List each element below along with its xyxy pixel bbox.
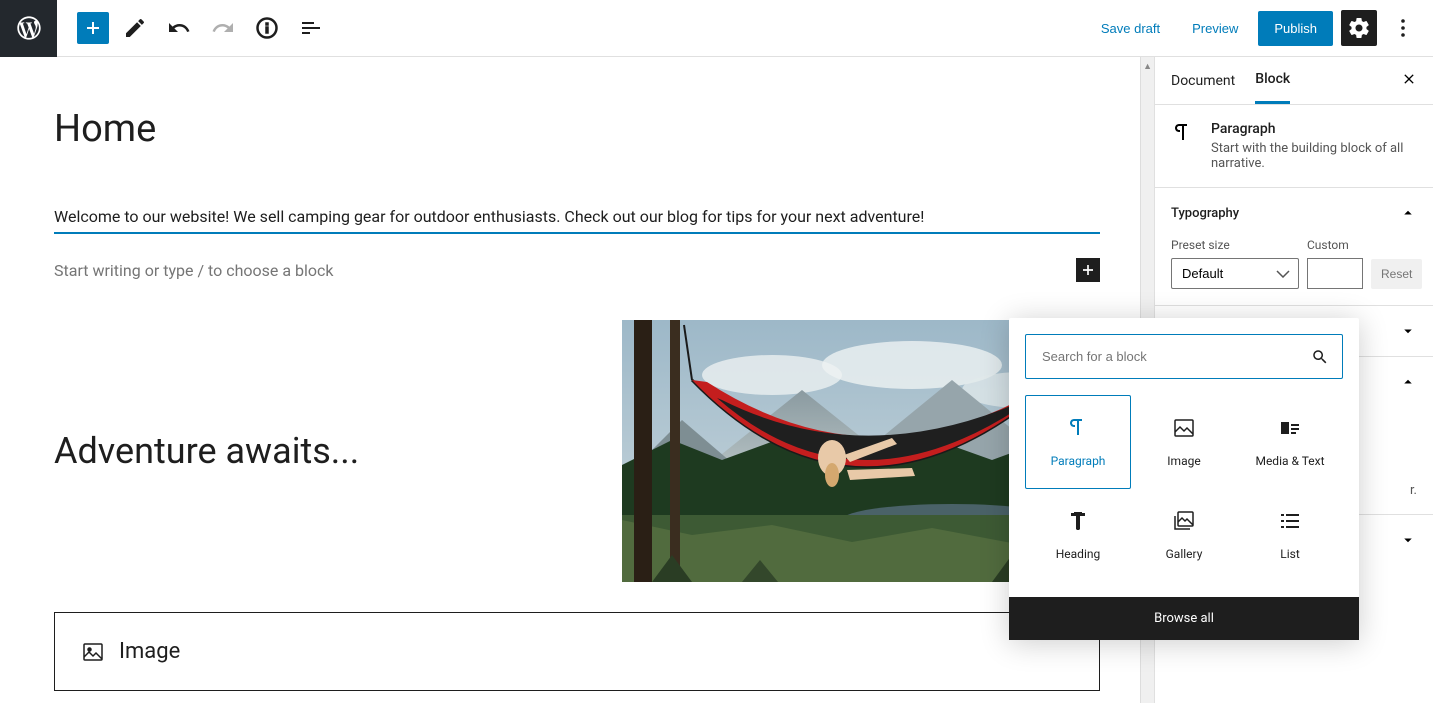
chevron-down-icon bbox=[1399, 531, 1417, 549]
block-grid: Paragraph Image Media & Text Heading Gal… bbox=[1025, 395, 1343, 581]
block-info: Paragraph Start with the building block … bbox=[1155, 105, 1433, 187]
gallery-icon bbox=[1172, 509, 1196, 533]
search-icon bbox=[1311, 348, 1329, 366]
chevron-up-icon bbox=[1399, 204, 1417, 222]
block-item-paragraph[interactable]: Paragraph bbox=[1025, 395, 1131, 489]
info-button[interactable] bbox=[249, 10, 285, 46]
block-item-media-text[interactable]: Media & Text bbox=[1237, 395, 1343, 489]
save-draft-button[interactable]: Save draft bbox=[1089, 13, 1172, 44]
media-text-icon bbox=[1278, 416, 1302, 440]
reset-button[interactable]: Reset bbox=[1371, 259, 1422, 289]
top-toolbar: Save draft Preview Publish bbox=[0, 0, 1433, 57]
typography-panel: Typography Preset size Default Custom Re… bbox=[1155, 187, 1433, 305]
block-item-list[interactable]: List bbox=[1237, 489, 1343, 581]
image-block-label: Image bbox=[81, 639, 1073, 664]
block-search-input[interactable] bbox=[1025, 334, 1343, 379]
tab-block[interactable]: Block bbox=[1255, 57, 1290, 104]
custom-size-input[interactable] bbox=[1307, 258, 1363, 289]
preset-size-label: Preset size bbox=[1171, 238, 1299, 252]
chevron-up-icon bbox=[1399, 373, 1417, 391]
preset-size-select[interactable]: Default bbox=[1171, 258, 1299, 289]
image-block-placeholder[interactable]: Image bbox=[54, 612, 1100, 691]
chevron-down-icon bbox=[1399, 322, 1417, 340]
typography-panel-header[interactable]: Typography bbox=[1155, 188, 1433, 238]
block-item-image[interactable]: Image bbox=[1131, 395, 1237, 489]
image-icon bbox=[1172, 416, 1196, 440]
sidebar-tabs: Document Block bbox=[1155, 57, 1433, 105]
outline-button[interactable] bbox=[293, 10, 329, 46]
inline-add-button[interactable] bbox=[1076, 258, 1100, 282]
block-placeholder[interactable]: Start writing or type / to choose a bloc… bbox=[54, 261, 334, 280]
page-title[interactable]: Home bbox=[54, 107, 1100, 151]
undo-button[interactable] bbox=[161, 10, 197, 46]
media-text-block[interactable]: Adventure awaits... bbox=[54, 320, 1100, 582]
toolbar-left bbox=[57, 10, 329, 46]
toolbar-right: Save draft Preview Publish bbox=[1089, 10, 1433, 46]
block-inserter-popover: Paragraph Image Media & Text Heading Gal… bbox=[1009, 318, 1359, 640]
redo-button[interactable] bbox=[205, 10, 241, 46]
settings-button[interactable] bbox=[1341, 10, 1377, 46]
preview-button[interactable]: Preview bbox=[1180, 13, 1250, 44]
add-block-button[interactable] bbox=[77, 12, 109, 44]
close-sidebar-button[interactable] bbox=[1401, 71, 1417, 91]
block-item-heading[interactable]: Heading bbox=[1025, 489, 1131, 581]
publish-button[interactable]: Publish bbox=[1258, 11, 1333, 46]
paragraph-icon bbox=[1066, 416, 1090, 440]
list-icon bbox=[1278, 509, 1302, 533]
edit-mode-button[interactable] bbox=[117, 10, 153, 46]
browse-all-button[interactable]: Browse all bbox=[1009, 597, 1359, 640]
block-name: Paragraph bbox=[1211, 121, 1417, 137]
wordpress-logo[interactable] bbox=[0, 0, 57, 57]
paragraph-block[interactable]: Welcome to our website! We sell camping … bbox=[54, 201, 1100, 234]
editor-canvas[interactable]: Home Welcome to our website! We sell cam… bbox=[0, 57, 1154, 703]
heading-icon bbox=[1066, 509, 1090, 533]
custom-size-label: Custom bbox=[1307, 238, 1363, 252]
block-item-gallery[interactable]: Gallery bbox=[1131, 489, 1237, 581]
paragraph-icon bbox=[1171, 121, 1195, 145]
block-description: Start with the building block of all nar… bbox=[1211, 141, 1417, 171]
empty-block-row: Start writing or type / to choose a bloc… bbox=[54, 250, 1100, 290]
tab-document[interactable]: Document bbox=[1171, 59, 1235, 103]
heading-block[interactable]: Adventure awaits... bbox=[54, 430, 592, 472]
more-menu-button[interactable] bbox=[1385, 10, 1421, 46]
